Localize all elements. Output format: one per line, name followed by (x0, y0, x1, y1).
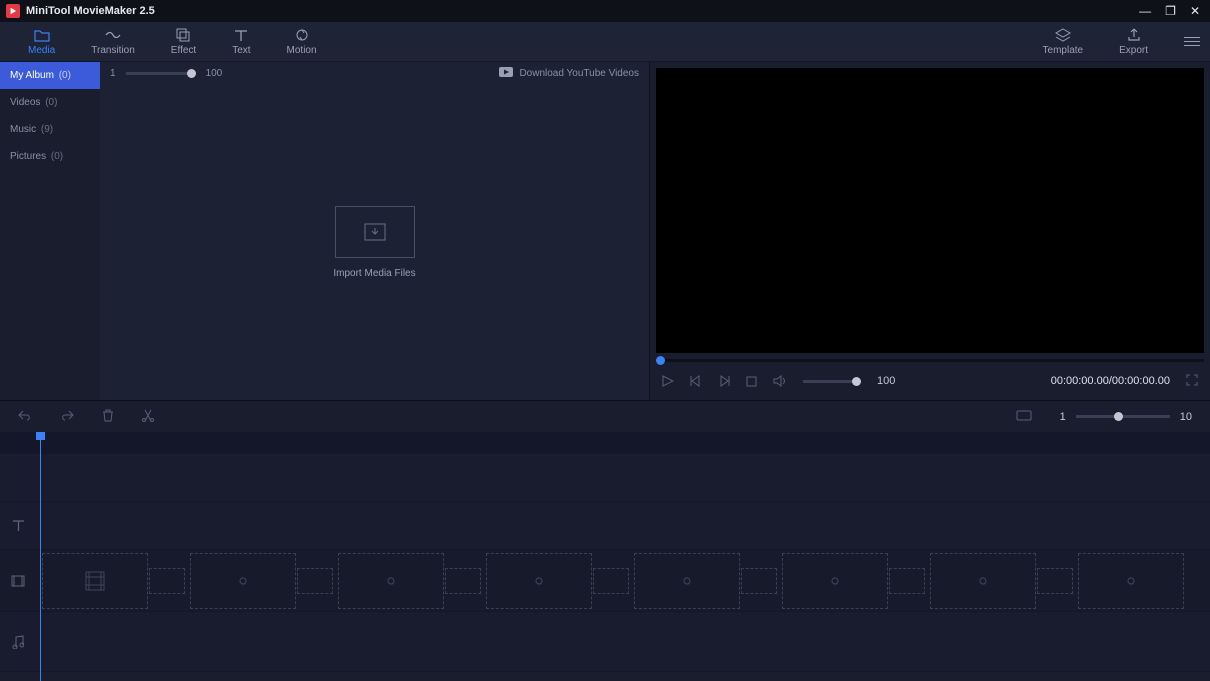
thumbnail-size-slider[interactable] (126, 72, 196, 75)
app-logo (6, 4, 20, 18)
timeline-toolbar: 1 10 (0, 400, 1210, 432)
video-track-icon (0, 575, 36, 587)
download-label: Download YouTube Videos (519, 68, 639, 79)
template-icon (1055, 27, 1071, 43)
effect-icon (176, 27, 190, 43)
motion-icon (295, 27, 309, 43)
clip-slot[interactable] (486, 553, 592, 609)
delete-button[interactable] (102, 409, 114, 425)
sidebar-item-count: (0) (51, 151, 63, 162)
volume-slider[interactable] (803, 380, 861, 383)
video-track[interactable] (36, 553, 1210, 609)
undo-button[interactable] (18, 409, 32, 424)
zoom-max: 10 (1180, 411, 1192, 423)
transition-icon (104, 27, 122, 43)
media-panel: 1 100 Download YouTube Videos Import Med… (100, 62, 650, 400)
music-track-icon (0, 635, 36, 649)
download-youtube-button[interactable]: Download YouTube Videos (499, 67, 639, 80)
sidebar-item-count: (0) (59, 70, 71, 81)
video-progress-bar[interactable] (656, 359, 1204, 362)
stop-button[interactable] (746, 376, 757, 387)
split-button[interactable] (142, 409, 154, 425)
title-bar: MiniTool MovieMaker 2.5 — ❐ ✕ (0, 0, 1210, 22)
fit-button[interactable] (1016, 410, 1032, 424)
tab-text[interactable]: Text (214, 23, 268, 60)
tab-label: Transition (91, 45, 135, 56)
sidebar-item-label: My Album (10, 70, 54, 81)
playhead[interactable] (40, 432, 41, 681)
timeline (0, 432, 1210, 681)
clip-slot[interactable] (42, 553, 148, 609)
clip-slot[interactable] (634, 553, 740, 609)
tab-label: Export (1119, 45, 1148, 56)
thumb-size-min: 1 (110, 68, 116, 79)
import-label: Import Media Files (333, 268, 415, 279)
menu-icon[interactable] (1184, 37, 1200, 46)
export-icon (1127, 27, 1141, 43)
import-icon (364, 223, 386, 241)
tab-export[interactable]: Export (1101, 23, 1166, 60)
folder-icon (34, 27, 50, 43)
sidebar-item-music[interactable]: Music (9) (0, 116, 100, 143)
tab-label: Motion (287, 45, 317, 56)
app-title: MiniTool MovieMaker 2.5 (26, 5, 1139, 17)
fullscreen-button[interactable] (1186, 374, 1198, 389)
clip-slot[interactable] (190, 553, 296, 609)
youtube-icon (499, 67, 513, 80)
prev-frame-button[interactable] (690, 375, 702, 387)
timecode: 00:00:00.00/00:00:00.00 (1051, 375, 1170, 387)
zoom-slider[interactable] (1076, 415, 1170, 418)
thumb-size-max: 100 (206, 68, 223, 79)
tab-effect[interactable]: Effect (153, 23, 214, 60)
sidebar-item-pictures[interactable]: Pictures (0) (0, 143, 100, 170)
tab-label: Template (1043, 45, 1084, 56)
maximize-icon[interactable]: ❐ (1165, 4, 1176, 18)
sidebar-item-label: Pictures (10, 151, 46, 162)
sidebar-item-myalbum[interactable]: My Album (0) (0, 62, 100, 89)
tab-label: Media (28, 45, 55, 56)
minimize-icon[interactable]: — (1139, 4, 1151, 18)
redo-button[interactable] (60, 409, 74, 424)
play-button[interactable] (662, 375, 674, 387)
zoom-min: 1 (1060, 411, 1066, 423)
clip-slot[interactable] (1078, 553, 1184, 609)
tab-motion[interactable]: Motion (269, 23, 335, 60)
tab-label: Effect (171, 45, 196, 56)
media-sidebar: My Album (0) Videos (0) Music (9) Pictur… (0, 62, 100, 400)
volume-value: 100 (877, 375, 895, 387)
sidebar-item-count: (9) (41, 124, 53, 135)
preview-panel: 100 00:00:00.00/00:00:00.00 (650, 62, 1210, 400)
main-toolbar: Media Transition Effect Text Motion Temp… (0, 22, 1210, 62)
text-track-icon (0, 519, 36, 532)
next-frame-button[interactable] (718, 375, 730, 387)
clip-slot[interactable] (338, 553, 444, 609)
tab-template[interactable]: Template (1025, 23, 1102, 60)
video-preview (656, 68, 1204, 353)
sidebar-item-label: Music (10, 124, 36, 135)
tab-media[interactable]: Media (10, 23, 73, 60)
text-icon (234, 27, 248, 43)
clip-slot[interactable] (782, 553, 888, 609)
sidebar-item-videos[interactable]: Videos (0) (0, 89, 100, 116)
import-media-button[interactable] (335, 206, 415, 258)
close-icon[interactable]: ✕ (1190, 4, 1200, 18)
sidebar-item-count: (0) (45, 97, 57, 108)
clip-slot[interactable] (930, 553, 1036, 609)
tab-transition[interactable]: Transition (73, 23, 153, 60)
mute-button[interactable] (773, 375, 787, 387)
sidebar-item-label: Videos (10, 97, 40, 108)
tab-label: Text (232, 45, 250, 56)
timeline-ruler[interactable] (0, 432, 1210, 454)
